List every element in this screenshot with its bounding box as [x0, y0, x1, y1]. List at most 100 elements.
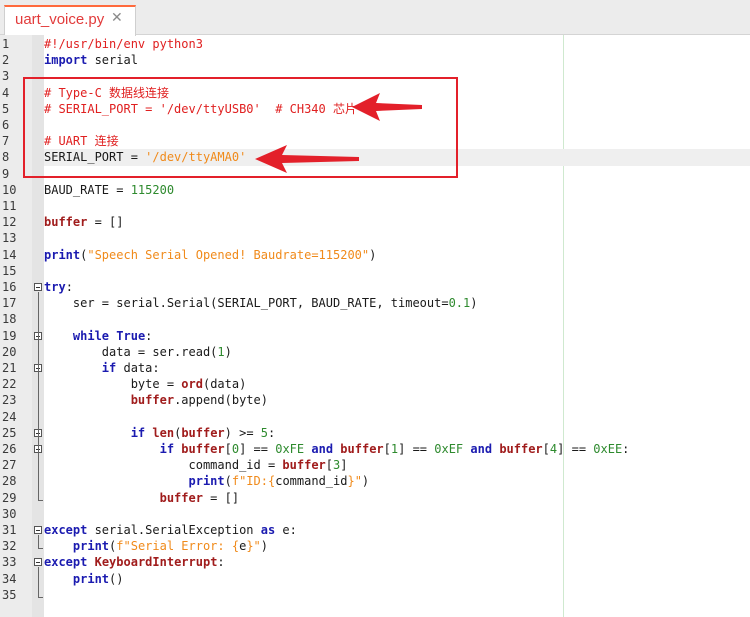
code-token: buffer: [181, 425, 225, 440]
code-token: 5: [260, 425, 269, 440]
code-line[interactable]: 23 buffer.append(byte): [0, 392, 750, 408]
line-number: 1: [2, 37, 10, 51]
code-text[interactable]: [44, 587, 750, 603]
code-text[interactable]: data = ser.read(1): [44, 344, 750, 360]
code-text[interactable]: try:: [44, 279, 750, 295]
file-tab-active[interactable]: uart_voice.py ✕: [4, 5, 136, 36]
code-text[interactable]: print(): [44, 571, 750, 587]
code-line[interactable]: 20 data = ser.read(1): [0, 344, 750, 360]
line-number: 27: [2, 458, 17, 473]
code-token: .append(byte): [174, 393, 268, 408]
code-text[interactable]: [44, 263, 750, 279]
code-text[interactable]: except serial.SerialException as e:: [44, 522, 750, 538]
code-line[interactable]: 12 buffer = []: [0, 214, 750, 230]
code-text[interactable]: except KeyboardInterrupt:: [44, 554, 750, 570]
line-number: 25: [2, 425, 17, 440]
code-token: command_id: [275, 474, 348, 489]
code-token: buffer: [181, 442, 225, 456]
code-line[interactable]: 21 if data:: [0, 360, 750, 376]
code-line[interactable]: 16 try:: [0, 279, 750, 295]
code-token: [: [383, 442, 391, 456]
code-text[interactable]: [44, 506, 750, 522]
code-line[interactable]: 10 BAUD_RATE = 115200: [0, 182, 750, 198]
code-line[interactable]: 32 print(f"Serial Error: {e}"): [0, 538, 750, 554]
code-text[interactable]: command_id = buffer[3]: [44, 457, 750, 473]
code-text[interactable]: buffer = []: [44, 214, 750, 230]
code-token: #!/usr/bin/env python3: [44, 37, 203, 51]
code-token: print: [72, 539, 110, 554]
line-number: 19: [2, 328, 17, 343]
code-line[interactable]: 31 except serial.SerialException as e:: [0, 522, 750, 538]
code-line[interactable]: 27 command_id = buffer[3]: [0, 457, 750, 473]
code-text[interactable]: print(f"Serial Error: {e}"): [44, 538, 750, 554]
code-line[interactable]: 35: [0, 587, 750, 603]
fold-toggle-icon[interactable]: [34, 526, 42, 534]
code-token: print: [72, 571, 110, 586]
line-number: 13: [2, 231, 17, 246]
code-line[interactable]: 28 print(f"ID:{command_id}"): [0, 473, 750, 489]
code-line[interactable]: 18: [0, 311, 750, 327]
code-token: [: [224, 442, 232, 456]
code-text[interactable]: [44, 311, 750, 327]
code-line[interactable]: 11: [0, 198, 750, 214]
code-text[interactable]: [44, 230, 750, 246]
code-line[interactable]: 25 if len(buffer) >= 5:: [0, 425, 750, 441]
code-token: try: [44, 280, 66, 294]
code-text[interactable]: if buffer[0] == 0xFE and buffer[1] == 0x…: [44, 441, 750, 457]
line-number: 16: [2, 280, 17, 294]
line-number: 17: [2, 296, 17, 311]
code-token: if: [159, 442, 175, 456]
line-number: 30: [2, 506, 17, 521]
code-token: buffer: [44, 215, 88, 230]
code-text[interactable]: print("Speech Serial Opened! Baudrate=11…: [44, 247, 750, 263]
code-token: BAUD_RATE =: [44, 182, 131, 197]
code-line[interactable]: 24: [0, 409, 750, 425]
code-line[interactable]: 30: [0, 506, 750, 522]
code-text[interactable]: #!/usr/bin/env python3: [44, 36, 750, 52]
fold-toggle-icon[interactable]: [34, 558, 42, 567]
code-token: 1: [217, 344, 225, 359]
code-token: ser = serial.Serial(SERIAL_PORT, BAUD_RA…: [44, 296, 449, 311]
code-line[interactable]: 26 if buffer[0] == 0xFE and buffer[1] ==…: [0, 441, 750, 457]
code-line[interactable]: 19 while True:: [0, 328, 750, 344]
code-text[interactable]: buffer.append(byte): [44, 392, 750, 408]
line-number: 33: [2, 555, 17, 570]
code-token: buffer: [282, 458, 326, 473]
fold-toggle-icon[interactable]: [34, 283, 42, 291]
code-line[interactable]: 34 print(): [0, 571, 750, 587]
code-line[interactable]: 15: [0, 263, 750, 279]
line-number: 24: [2, 409, 17, 424]
code-text[interactable]: import serial: [44, 52, 750, 68]
code-text[interactable]: print(f"ID:{command_id}"): [44, 473, 750, 489]
code-token: :: [268, 425, 276, 440]
close-icon[interactable]: ✕: [111, 10, 123, 26]
code-token: and: [311, 442, 334, 456]
code-text[interactable]: if len(buffer) >= 5:: [44, 425, 750, 441]
line-number: 18: [2, 312, 17, 327]
code-text[interactable]: BAUD_RATE = 115200: [44, 182, 750, 198]
code-line[interactable]: 13: [0, 230, 750, 246]
code-line[interactable]: 17 ser = serial.Serial(SERIAL_PORT, BAUD…: [0, 295, 750, 311]
code-token: (: [224, 474, 232, 489]
code-text[interactable]: buffer = []: [44, 490, 750, 506]
code-line[interactable]: 33 except KeyboardInterrupt:: [0, 554, 750, 570]
code-line[interactable]: 22 byte = ord(data): [0, 376, 750, 392]
code-line[interactable]: 29 buffer = []: [0, 490, 750, 506]
code-token: }": [347, 474, 362, 489]
code-text[interactable]: [44, 409, 750, 425]
code-text[interactable]: if data:: [44, 360, 750, 376]
code-token: ] ==: [557, 442, 594, 456]
tab-bar: uart_voice.py ✕: [0, 0, 750, 36]
code-text[interactable]: byte = ord(data): [44, 376, 750, 392]
code-token: = []: [87, 215, 124, 230]
code-line[interactable]: 14 print("Speech Serial Opened! Baudrate=…: [0, 247, 750, 263]
code-line[interactable]: 1 #!/usr/bin/env python3: [0, 36, 750, 52]
code-text[interactable]: [44, 198, 750, 214]
code-line[interactable]: 2 import serial: [0, 52, 750, 68]
code-text[interactable]: while True:: [44, 328, 750, 344]
code-text[interactable]: ser = serial.Serial(SERIAL_PORT, BAUD_RA…: [44, 295, 750, 311]
